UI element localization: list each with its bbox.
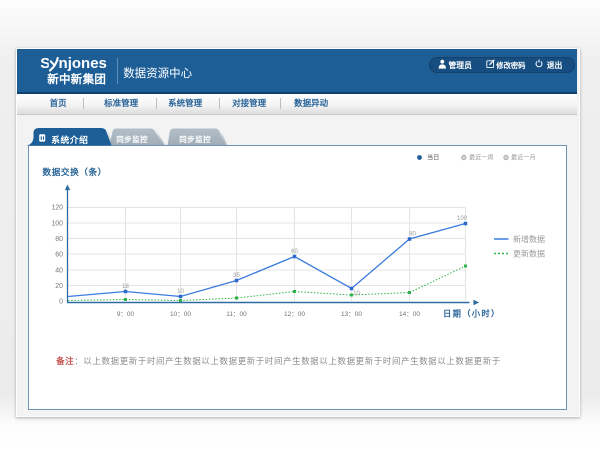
svg-text:日期（小时）: 日期（小时） bbox=[443, 308, 501, 318]
svg-text:80: 80 bbox=[55, 236, 63, 243]
svg-text:35: 35 bbox=[233, 273, 240, 279]
svg-text:最近一月: 最近一月 bbox=[511, 153, 536, 161]
svg-text:最近一周: 最近一周 bbox=[469, 153, 494, 161]
svg-text:数据交换（条）: 数据交换（条） bbox=[43, 166, 107, 177]
svg-text:40: 40 bbox=[55, 267, 63, 274]
svg-text:更新数据: 更新数据 bbox=[513, 248, 545, 258]
svg-text:13：00: 13：00 bbox=[341, 311, 362, 318]
svg-text:12：00: 12：00 bbox=[284, 311, 305, 318]
svg-text:10：00: 10：00 bbox=[170, 311, 191, 318]
svg-text:10: 10 bbox=[353, 291, 360, 297]
svg-text:9：00: 9：00 bbox=[117, 311, 135, 318]
svg-text:60: 60 bbox=[291, 249, 298, 255]
svg-text:100: 100 bbox=[52, 220, 64, 227]
svg-text:0: 0 bbox=[59, 298, 63, 305]
svg-text:新增数据: 新增数据 bbox=[513, 234, 545, 244]
svg-text:10: 10 bbox=[177, 289, 184, 295]
svg-text:60: 60 bbox=[55, 251, 63, 258]
svg-text:20: 20 bbox=[55, 282, 63, 289]
svg-text:当日: 当日 bbox=[427, 153, 439, 161]
svg-text:120: 120 bbox=[52, 204, 64, 211]
svg-text:18: 18 bbox=[122, 284, 129, 290]
svg-text:11：00: 11：00 bbox=[226, 311, 247, 318]
svg-text:80: 80 bbox=[409, 231, 416, 237]
svg-text:100: 100 bbox=[457, 216, 468, 222]
svg-text:14：00: 14：00 bbox=[399, 311, 420, 318]
